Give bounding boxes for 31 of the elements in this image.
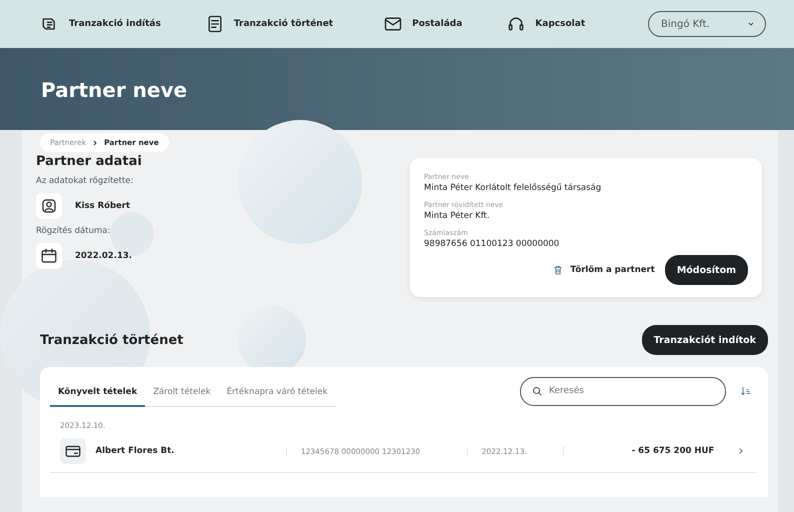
start-transaction-button[interactable]: Tranzakciót indítok: [642, 325, 768, 355]
person-icon: [40, 197, 58, 215]
page-title: Partner neve: [41, 78, 188, 102]
payee-name: Albert Flores Bt.: [96, 446, 176, 456]
sort-icon: [740, 385, 752, 397]
chevron-right-icon: [91, 138, 100, 146]
tab[interactable]: Zárolt tételek: [145, 381, 219, 407]
delete-button[interactable]: Törlöm a partnert: [552, 264, 655, 276]
field-value: 98987656 01100123 00000000: [424, 239, 560, 249]
field-label: Rögzítés dátuma:: [36, 226, 112, 236]
nav-link[interactable]: Postaláda: [383, 14, 462, 34]
select-value: Bingó Kft.: [661, 18, 710, 30]
section-title: Partner adatai: [36, 154, 142, 169]
field-value: Kiss Róbert: [75, 201, 130, 211]
nav-link[interactable]: Tranzakció történet: [204, 14, 334, 34]
search-icon: [531, 384, 543, 396]
nav-link[interactable]: Tranzakció indítás: [40, 14, 161, 34]
section-title: Tranzakció történet: [40, 332, 184, 348]
field-value: Minta Péter Korlátolt felelősségű társaság: [424, 183, 602, 193]
tab[interactable]: Könyvelt tételek: [50, 381, 146, 407]
amount: - 65 675 200 HUF: [563, 446, 714, 456]
field-value: 2022.02.13.: [75, 251, 132, 261]
search-field[interactable]: Keresés: [520, 376, 726, 406]
company-select[interactable]: Bingó Kft.: [648, 11, 766, 37]
nav-link[interactable]: Kapcsolat: [506, 14, 586, 34]
edit-button[interactable]: Módosítom: [664, 255, 748, 285]
tab[interactable]: Értéknapra váró tételek: [218, 381, 336, 407]
field-value: Minta Péter Kft.: [424, 211, 491, 221]
calendar-icon: [40, 247, 58, 265]
field-label: Az adatokat rögzítette:: [36, 176, 134, 186]
trash-icon: [552, 264, 564, 276]
